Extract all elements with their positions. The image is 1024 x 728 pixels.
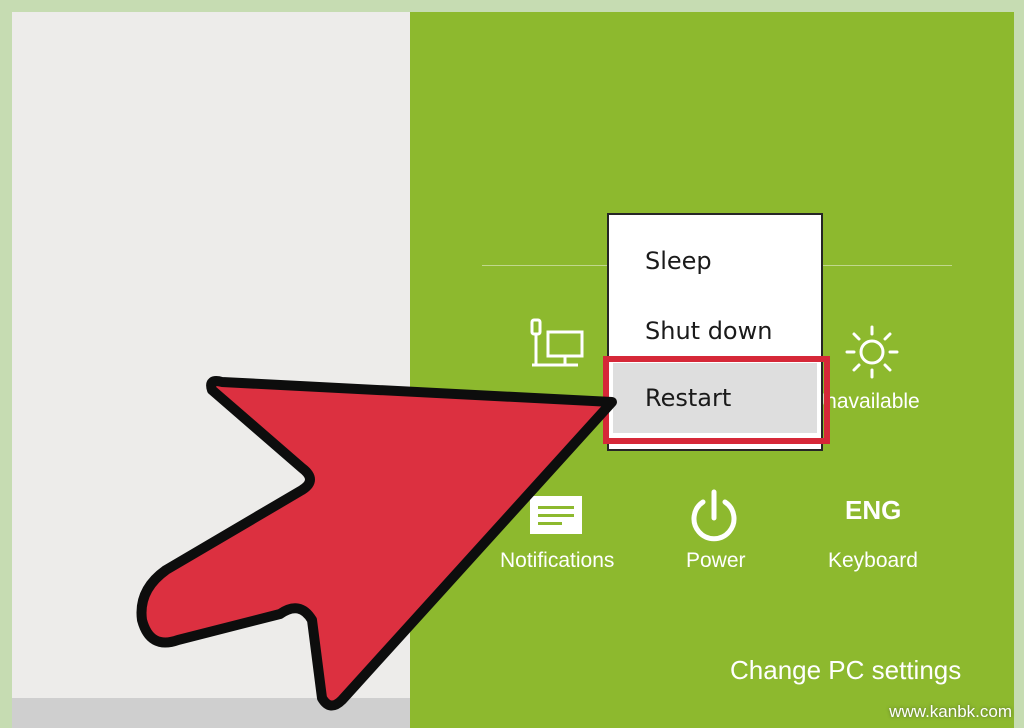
screenshot-frame: Unavailable Notifications Power ENG Keyb… xyxy=(0,0,1024,728)
watermark-text: www.kanbk.com xyxy=(889,702,1012,721)
pointer-arrow-annotation xyxy=(136,376,617,711)
